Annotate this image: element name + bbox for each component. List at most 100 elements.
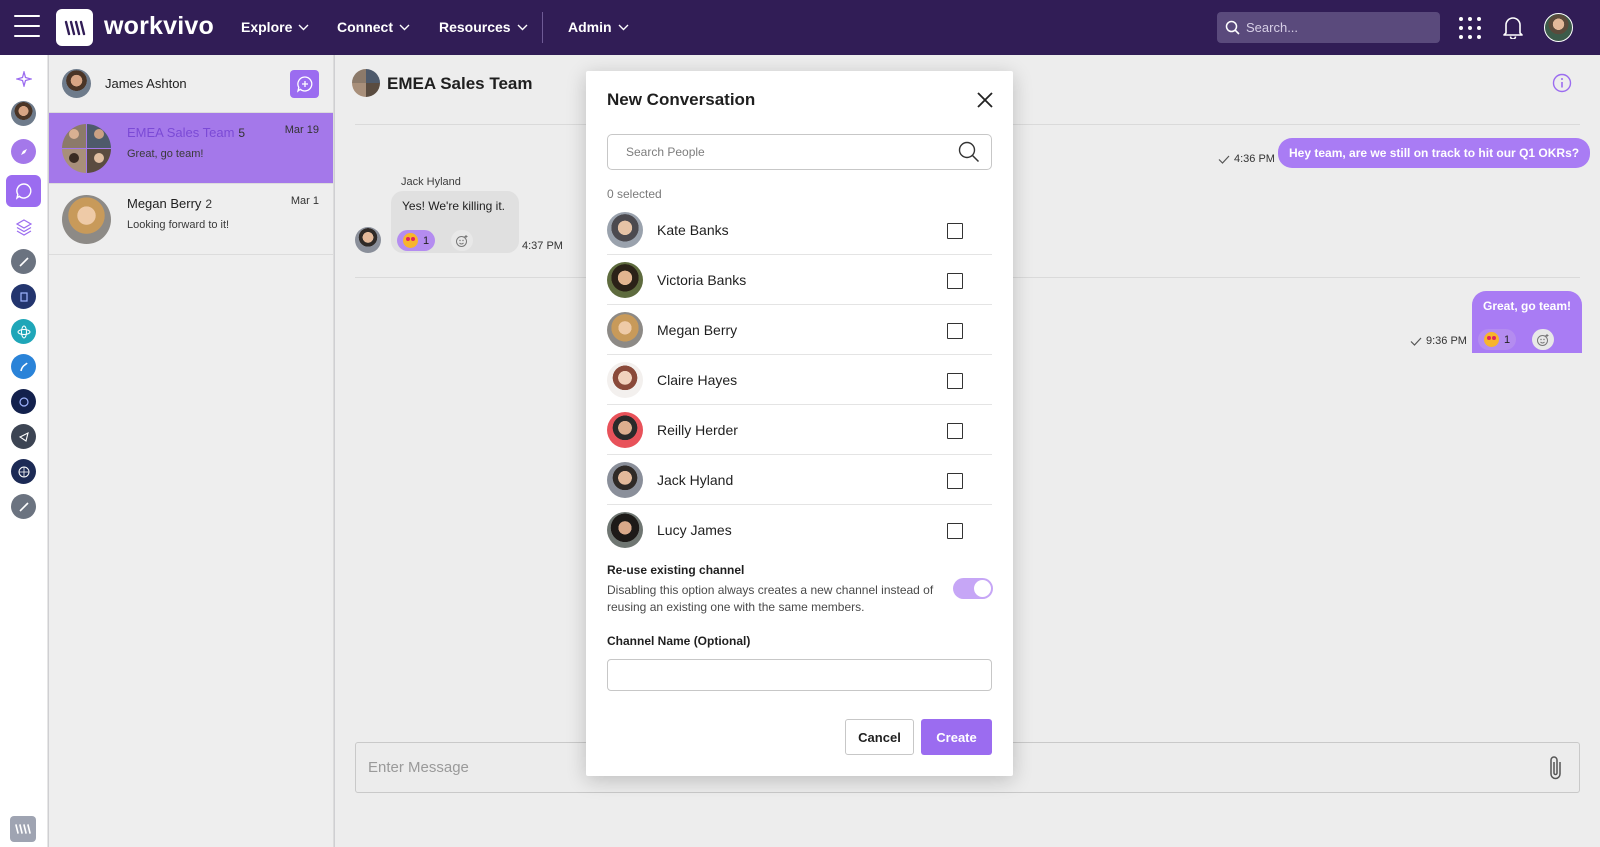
- app-icon-6[interactable]: [11, 459, 36, 484]
- person-checkbox[interactable]: [947, 523, 963, 539]
- atom-icon[interactable]: [11, 319, 36, 344]
- conversation-snippet: Great, go team!: [127, 148, 204, 160]
- add-reaction-icon[interactable]: [451, 230, 473, 251]
- app-icon-5[interactable]: [11, 424, 36, 449]
- current-user-row: James Ashton: [49, 55, 333, 113]
- app-icon-3[interactable]: [11, 354, 36, 379]
- person-row[interactable]: Lucy James: [607, 505, 992, 555]
- compass-icon[interactable]: [11, 139, 36, 164]
- message-time-text: 4:36 PM: [1234, 153, 1275, 165]
- message-time-text: 9:36 PM: [1426, 335, 1467, 347]
- conversation-snippet: Looking forward to it!: [127, 219, 230, 231]
- nav-admin[interactable]: Admin: [568, 19, 629, 35]
- current-user-name: James Ashton: [105, 76, 187, 91]
- avatar: [607, 512, 643, 548]
- app-icon-2[interactable]: [11, 284, 36, 309]
- chat-title: EMEA Sales Team: [387, 74, 533, 93]
- bell-icon[interactable]: [1502, 15, 1524, 39]
- avatar: [62, 69, 91, 98]
- sparkle-icon[interactable]: [11, 66, 36, 91]
- person-checkbox[interactable]: [947, 323, 963, 339]
- new-conversation-button[interactable]: [290, 70, 319, 98]
- message-sender: Jack Hyland: [401, 176, 461, 188]
- nav-resources-label: Resources: [439, 19, 511, 35]
- channel-name-input[interactable]: [607, 659, 992, 691]
- person-name: Kate Banks: [657, 222, 729, 238]
- people-search-input[interactable]: [626, 145, 946, 159]
- conversation-item[interactable]: EMEA Sales Team 5 Mar 19 Great, go team!: [49, 113, 333, 184]
- nav-connect-label: Connect: [337, 19, 393, 35]
- chevron-down-icon: [298, 24, 309, 30]
- profile-avatar[interactable]: [11, 101, 36, 126]
- nav-admin-label: Admin: [568, 19, 612, 35]
- person-name: Jack Hyland: [657, 472, 734, 488]
- close-icon[interactable]: [975, 90, 995, 110]
- outgoing-message[interactable]: Hey team, are we still on track to hit o…: [1278, 138, 1591, 168]
- chevron-down-icon: [618, 24, 629, 30]
- avatar: [607, 212, 643, 248]
- conversation-item[interactable]: Megan Berry 2 Mar 1 Looking forward to it…: [49, 184, 333, 255]
- person-name: Reilly Herder: [657, 422, 738, 438]
- conversation-title-text: EMEA Sales Team: [127, 125, 235, 140]
- app-icon-4[interactable]: [11, 389, 36, 414]
- person-row[interactable]: Megan Berry: [607, 305, 992, 355]
- person-row[interactable]: Victoria Banks: [607, 255, 992, 305]
- layers-icon[interactable]: [11, 214, 36, 239]
- workvivo-small-logo[interactable]: [10, 816, 36, 842]
- apps-grid-icon[interactable]: [1459, 17, 1481, 39]
- app-icon-7[interactable]: [11, 494, 36, 519]
- search-icon[interactable]: [958, 141, 980, 163]
- workvivo-logo[interactable]: [56, 9, 93, 46]
- people-search[interactable]: [607, 134, 992, 170]
- reuse-channel-toggle[interactable]: [953, 578, 993, 599]
- avatar: [355, 227, 381, 253]
- person-checkbox[interactable]: [947, 373, 963, 389]
- reaction-count: 1: [423, 234, 430, 247]
- brand-name: workvivo: [104, 12, 214, 40]
- nav-connect[interactable]: Connect: [337, 19, 410, 35]
- avatar: [607, 312, 643, 348]
- reaction-badge[interactable]: 1: [1478, 329, 1517, 350]
- avatar: [62, 195, 111, 244]
- person-checkbox[interactable]: [947, 273, 963, 289]
- app-icon-1[interactable]: [11, 249, 36, 274]
- paperclip-icon[interactable]: [1547, 754, 1565, 782]
- message-time: 9:36 PM: [1410, 335, 1467, 347]
- person-checkbox[interactable]: [947, 423, 963, 439]
- chevron-down-icon: [399, 24, 410, 30]
- conversation-date: Mar 1: [290, 195, 319, 207]
- new-conversation-dialog: New Conversation 0 selected Kate Banks V…: [586, 71, 1013, 776]
- cancel-button[interactable]: Cancel: [845, 719, 914, 755]
- person-checkbox[interactable]: [947, 473, 963, 489]
- person-row[interactable]: Kate Banks: [607, 205, 992, 255]
- nav-explore[interactable]: Explore: [241, 19, 309, 35]
- member-count: 5: [238, 126, 246, 140]
- create-button[interactable]: Create: [921, 719, 992, 755]
- person-row[interactable]: Claire Hayes: [607, 355, 992, 405]
- avatar: [607, 462, 643, 498]
- user-avatar[interactable]: [1544, 13, 1573, 42]
- add-reaction-icon[interactable]: [1532, 329, 1554, 350]
- info-icon[interactable]: [1552, 73, 1572, 93]
- person-checkbox[interactable]: [947, 223, 963, 239]
- reaction-badge[interactable]: 1: [397, 230, 436, 251]
- message-time-text: 4:37 PM: [522, 240, 563, 252]
- incoming-message-text: Yes! We're killing it.: [402, 199, 506, 213]
- channel-name-label: Channel Name (Optional): [607, 634, 751, 648]
- person-row[interactable]: Jack Hyland: [607, 455, 992, 505]
- reaction-count: 1: [1504, 333, 1511, 346]
- conversation-title: EMEA Sales Team 5: [127, 125, 245, 140]
- global-search[interactable]: [1217, 12, 1440, 43]
- chat-bubble-icon[interactable]: [6, 175, 41, 207]
- reuse-channel-description: Disabling this option always creates a n…: [607, 583, 934, 614]
- reuse-channel-title: Re-use existing channel: [607, 563, 745, 577]
- selected-count: 0 selected: [607, 187, 662, 201]
- person-row[interactable]: Reilly Herder: [607, 405, 992, 455]
- person-name: Megan Berry: [657, 322, 738, 338]
- nav-resources[interactable]: Resources: [439, 19, 528, 35]
- left-rail: [0, 55, 48, 847]
- global-search-input[interactable]: [1246, 20, 1426, 35]
- outgoing-message-text: Great, go team!: [1483, 299, 1572, 313]
- menu-icon[interactable]: [14, 15, 40, 37]
- message-time: 4:37 PM: [522, 240, 563, 252]
